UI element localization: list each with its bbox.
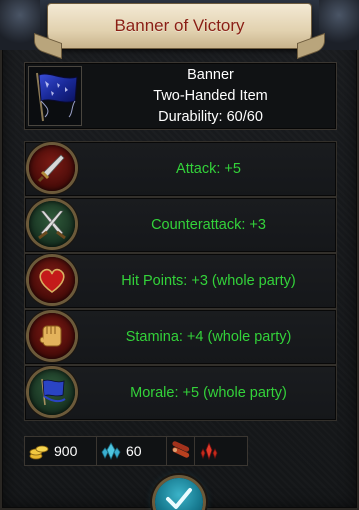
red-crystal-icon xyxy=(200,441,218,461)
sword-icon xyxy=(29,145,75,191)
blue-banner-icon xyxy=(28,66,82,126)
gold-coins-icon xyxy=(29,445,49,460)
confirm-button[interactable] xyxy=(155,478,203,510)
crystal-value: 60 xyxy=(126,443,142,459)
gold-value: 900 xyxy=(54,443,78,459)
stat-text: Counterattack: +3 xyxy=(151,217,266,233)
resource-gold: 900 xyxy=(25,437,97,465)
stat-text: Attack: +5 xyxy=(176,161,241,177)
wood-logs-icon xyxy=(172,441,190,458)
blue-crystal-icon xyxy=(101,442,121,460)
item-slot: Two-Handed Item xyxy=(153,87,268,104)
stat-row-morale: Morale: +5 (whole party) xyxy=(24,365,337,421)
item-type: Banner xyxy=(187,66,234,83)
resource-red-crystal xyxy=(195,437,247,465)
crossed-swords-icon xyxy=(29,201,75,247)
stat-text: Hit Points: +3 (whole party) xyxy=(121,273,296,289)
stat-text: Stamina: +4 (whole party) xyxy=(125,329,292,345)
blue-banner-icon xyxy=(29,369,75,415)
item-details-panel: Banner of Victory Banner Two-Handed Item… xyxy=(0,0,359,510)
stat-row-hit-points: Hit Points: +3 (whole party) xyxy=(24,253,337,309)
item-info-box: Banner Two-Handed Item Durability: 60/60 xyxy=(24,62,337,130)
heart-icon xyxy=(29,257,75,303)
resource-blue-crystal: 60 xyxy=(97,437,167,465)
fist-icon xyxy=(29,313,75,359)
stat-row-attack: Attack: +5 xyxy=(24,141,337,197)
item-title: Banner of Victory xyxy=(114,16,245,35)
checkmark-icon xyxy=(166,488,192,509)
item-info-text: Banner Two-Handed Item Durability: 60/60 xyxy=(85,63,336,129)
resource-bar: 900 60 xyxy=(24,436,248,466)
item-durability: Durability: 60/60 xyxy=(158,108,263,125)
title-banner: Banner of Victory xyxy=(48,4,311,48)
stat-row-counterattack: Counterattack: +3 xyxy=(24,197,337,253)
stat-row-stamina: Stamina: +4 (whole party) xyxy=(24,309,337,365)
resource-wood xyxy=(167,437,195,465)
stat-text: Morale: +5 (whole party) xyxy=(130,385,287,401)
